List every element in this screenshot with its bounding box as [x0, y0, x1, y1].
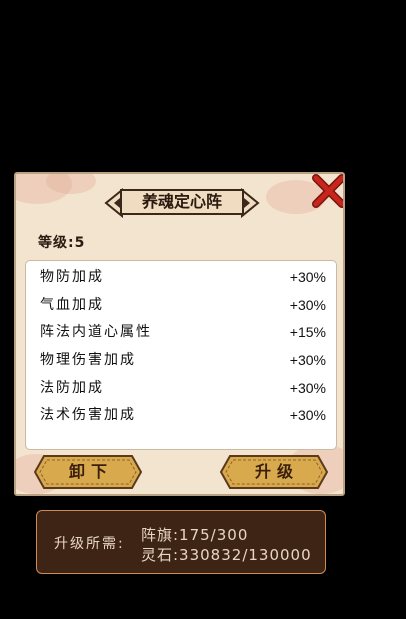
spirit-stone-requirement: 灵石:330832/130000: [141, 546, 312, 564]
unequip-button[interactable]: 卸下: [34, 455, 142, 489]
attribute-value: +30%: [289, 297, 326, 313]
upgrade-button[interactable]: 升级: [220, 455, 328, 489]
upgrade-requirement-box: 升级所需: 阵旗:175/300 灵石:330832/130000: [36, 510, 326, 574]
attribute-row: 法防加成 +30%: [40, 378, 326, 398]
game-screen: 养魂定心阵 等级:5 物防加成 +30% 气血加成 +30% 阵法内道心属性 +…: [0, 0, 406, 619]
title-banner: 养魂定心阵: [104, 188, 260, 218]
attribute-name: 法防加成: [40, 380, 104, 396]
attribute-name: 阵法内道心属性: [40, 324, 152, 340]
level-label: 等级:: [38, 235, 75, 251]
attribute-name: 法术伤害加成: [40, 407, 136, 423]
attribute-list: 物防加成 +30% 气血加成 +30% 阵法内道心属性 +15% 物理伤害加成 …: [25, 260, 337, 450]
attribute-row: 物防加成 +30%: [40, 267, 326, 287]
unequip-label: 卸下: [68, 462, 113, 481]
attribute-name: 气血加成: [40, 297, 104, 313]
attribute-row: 物理伤害加成 +30%: [40, 350, 326, 370]
flag-requirement: 阵旗:175/300: [141, 526, 249, 544]
formation-panel: 养魂定心阵 等级:5 物防加成 +30% 气血加成 +30% 阵法内道心属性 +…: [14, 172, 345, 496]
level-display: 等级:5: [38, 232, 85, 252]
attribute-name: 物理伤害加成: [40, 352, 136, 368]
attribute-row: 阵法内道心属性 +15%: [40, 322, 326, 342]
attribute-value: +30%: [289, 269, 326, 285]
requirement-label: 升级所需:: [54, 536, 125, 552]
close-button[interactable]: [312, 174, 343, 208]
attribute-value: +30%: [289, 380, 326, 396]
close-x-icon: [312, 174, 343, 208]
upgrade-label: 升级: [254, 462, 299, 481]
attribute-name: 物防加成: [40, 269, 104, 285]
attribute-row: 法术伤害加成 +30%: [40, 405, 326, 425]
attribute-value: +30%: [289, 352, 326, 368]
cloud-decoration: [46, 174, 96, 194]
attribute-row: 气血加成 +30%: [40, 295, 326, 315]
attribute-value: +15%: [289, 324, 326, 340]
attribute-value: +30%: [289, 407, 326, 423]
formation-title: 养魂定心阵: [141, 192, 222, 211]
level-value: 5: [74, 235, 86, 251]
